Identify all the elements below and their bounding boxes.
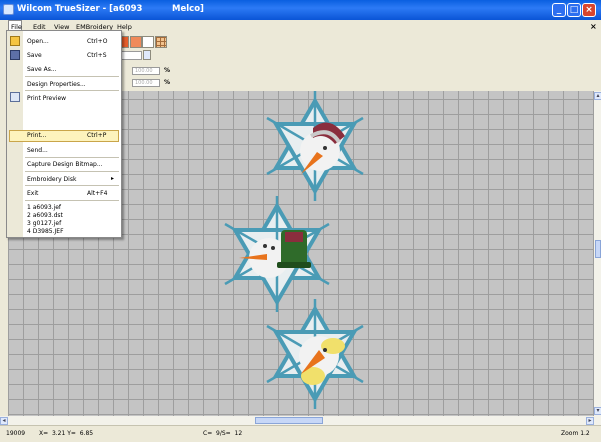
scroll-right-arrow-icon[interactable]: ▸ <box>586 417 594 425</box>
snowflake-snowman-middle <box>224 196 330 312</box>
recent-file-4[interactable]: 4 D3985.JEF <box>27 228 64 235</box>
menu-separator <box>25 76 119 77</box>
pen-tool-icon[interactable] <box>142 36 154 48</box>
vertical-scroll-thumb[interactable] <box>595 240 601 258</box>
menu-item-save[interactable]: Save <box>27 52 42 59</box>
zoom-level: Zoom 1.2 <box>561 430 590 437</box>
folder-open-icon <box>10 36 20 46</box>
window-title: Wilcom TrueSizer - [a6093 Melco] <box>17 4 204 14</box>
close-button[interactable]: × <box>582 3 596 17</box>
menu-item-open[interactable]: Open... <box>27 38 49 45</box>
minimize-button[interactable]: _ <box>552 3 566 17</box>
floppy-disk-icon <box>10 50 20 60</box>
submenu-arrow-icon: ▸ <box>111 175 115 182</box>
menu-item-save-as[interactable]: Save As... <box>27 66 57 73</box>
width-scale-input[interactable]: 100.00 <box>132 67 160 75</box>
menu-item-send[interactable]: Send... <box>27 147 48 154</box>
cursor-coordinates: X= 3.21 Y= 6.85 <box>39 430 94 437</box>
stitch-count: 19009 <box>6 430 26 437</box>
shortcut-print: Ctrl+P <box>87 132 107 139</box>
menu-separator <box>25 185 119 186</box>
color-stop-count: C= 9/S= 12 <box>203 430 243 437</box>
print-preview-icon <box>10 92 20 102</box>
scroll-down-arrow-icon[interactable]: ▾ <box>594 407 601 415</box>
menu-separator <box>25 157 119 158</box>
document-close-button[interactable]: × <box>590 22 597 31</box>
menu-item-design-properties[interactable]: Design Properties... <box>27 81 86 88</box>
file-menu-dropdown: Open... Ctrl+O Save Ctrl+S Save As... De… <box>6 30 122 238</box>
height-scale-input[interactable]: 100.00 <box>132 79 160 87</box>
app-icon[interactable] <box>3 4 14 15</box>
height-percent-label: % <box>164 79 171 86</box>
outline-tool-icon[interactable] <box>130 36 142 48</box>
combo-dropdown-icon[interactable] <box>143 50 151 60</box>
snowflake-snowman-bottom <box>266 299 364 409</box>
menu-separator <box>25 200 119 201</box>
shortcut-exit: Alt+F4 <box>87 190 108 197</box>
menu-separator <box>25 171 119 172</box>
menu-item-embroidery-disk[interactable]: Embroidery Disk <box>27 176 76 183</box>
shortcut-save: Ctrl+S <box>87 52 107 59</box>
recent-file-2[interactable]: 2 a6093.dst <box>27 212 63 219</box>
scroll-up-arrow-icon[interactable]: ▴ <box>594 92 601 100</box>
zoom-combo[interactable] <box>120 51 142 60</box>
scroll-left-arrow-icon[interactable]: ◂ <box>0 417 8 425</box>
recent-file-1[interactable]: 1 a6093.jef <box>27 204 61 211</box>
maximize-button[interactable]: □ <box>567 3 581 17</box>
menu-separator <box>25 90 119 91</box>
snowflake-snowman-top <box>266 91 364 201</box>
width-percent-label: % <box>164 67 171 74</box>
recent-file-3[interactable]: 3 g0127.jef <box>27 220 61 227</box>
shortcut-open: Ctrl+O <box>87 38 108 45</box>
menu-item-print-preview[interactable]: Print Preview <box>27 95 66 102</box>
horizontal-scroll-thumb[interactable] <box>255 417 323 424</box>
menu-item-exit[interactable]: Exit <box>27 190 38 197</box>
grid-tool-icon[interactable] <box>155 36 167 48</box>
menu-item-print[interactable]: Print... <box>27 132 47 139</box>
menu-item-capture-design-bitmap[interactable]: Capture Design Bitmap... <box>27 161 103 168</box>
